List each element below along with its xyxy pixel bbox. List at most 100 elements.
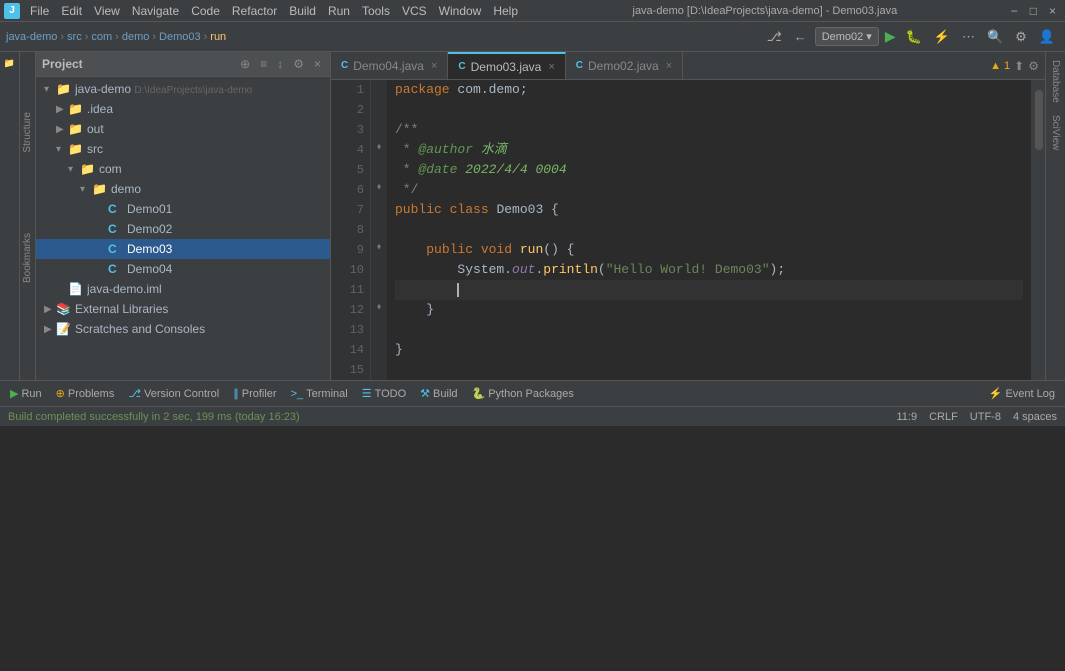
build-button[interactable]: ⚒ Build: [414, 385, 463, 402]
profiler-button[interactable]: ∥ Profiler: [227, 385, 282, 402]
project-panel-toggle[interactable]: 📁: [2, 56, 18, 70]
code-line-7: public class Demo03 {: [395, 200, 1023, 220]
code-line-9: public void run() {: [395, 240, 1023, 260]
breadcrumb-src[interactable]: src: [67, 31, 82, 43]
tab-demo03[interactable]: C Demo03.java ×: [448, 52, 565, 79]
project-add-icon[interactable]: ⊕: [237, 56, 253, 72]
menu-navigate[interactable]: Navigate: [126, 0, 185, 21]
breadcrumb-project[interactable]: java-demo: [6, 31, 57, 43]
version-control-button[interactable]: ⎇ Version Control: [122, 385, 225, 402]
profiler-icon: ∥: [233, 387, 239, 400]
tree-item-demo02[interactable]: C Demo02: [36, 219, 330, 239]
folder-icon-idea: 📁: [68, 102, 84, 116]
menu-refactor[interactable]: Refactor: [226, 0, 283, 21]
tree-item-idea[interactable]: ▶ 📁 .idea: [36, 99, 330, 119]
breadcrumb: java-demo › src › com › demo › Demo03 › …: [6, 31, 226, 43]
tab-label-demo03: Demo03.java: [471, 60, 542, 74]
run-config-name: Demo02: [822, 31, 864, 43]
tree-item-external-libraries[interactable]: ▶ 📚 External Libraries: [36, 299, 330, 319]
sciview-panel-label[interactable]: SciView: [1048, 111, 1063, 154]
event-log-button[interactable]: ⚡ Event Log: [983, 385, 1061, 402]
tree-item-demo04[interactable]: C Demo04: [36, 259, 330, 279]
expand-editor-icon[interactable]: ⬆: [1014, 59, 1024, 73]
minimize-button[interactable]: −: [1006, 4, 1023, 18]
window-title: java-demo [D:\IdeaProjects\java-demo] - …: [524, 5, 1006, 17]
folder-icon-src: 📁: [68, 142, 84, 156]
tree-item-demo03[interactable]: C Demo03: [36, 239, 330, 259]
menu-code[interactable]: Code: [185, 0, 226, 21]
python-packages-button[interactable]: 🐍 Python Packages: [466, 385, 580, 402]
tab-close-demo02[interactable]: ×: [666, 60, 672, 72]
status-indent[interactable]: 4 spaces: [1013, 411, 1057, 423]
close-button[interactable]: ×: [1044, 4, 1061, 18]
user-icon[interactable]: 👤: [1035, 27, 1059, 47]
structure-panel-label[interactable]: Structure: [22, 112, 33, 153]
breadcrumb-demo[interactable]: demo: [122, 31, 150, 43]
maximize-button[interactable]: □: [1025, 4, 1042, 18]
main-area: 📁 Structure Bookmarks Project ⊕ ≡ ↕ ⚙ × …: [0, 52, 1065, 380]
run-button[interactable]: ▶: [883, 26, 898, 47]
tree-item-scratches[interactable]: ▶ 📝 Scratches and Consoles: [36, 319, 330, 339]
tree-item-demo01[interactable]: C Demo01: [36, 199, 330, 219]
tree-item-demo[interactable]: ▾ 📁 demo: [36, 179, 330, 199]
project-tree: ▾ 📁 java-demo D:\IdeaProjects\java-demo …: [36, 77, 330, 380]
python-icon: 🐍: [472, 387, 486, 400]
database-panel-label[interactable]: Database: [1048, 56, 1063, 107]
debug-button[interactable]: 🐛: [902, 27, 926, 47]
breadcrumb-run[interactable]: run: [210, 31, 226, 43]
tab-demo04[interactable]: C Demo04.java ×: [331, 52, 448, 79]
code-line-5: * @date 2022/4/4 0004: [395, 160, 1023, 180]
search-everywhere[interactable]: 🔍: [983, 27, 1007, 47]
tree-item-out[interactable]: ▶ 📁 out: [36, 119, 330, 139]
tree-item-com[interactable]: ▾ 📁 com: [36, 159, 330, 179]
coverage-button[interactable]: ⚡: [930, 27, 954, 47]
code-editor[interactable]: package com.demo; /** * @author 水滴 * @da…: [387, 80, 1031, 380]
menu-window[interactable]: Window: [433, 0, 488, 21]
vcs-icon[interactable]: ⎇: [763, 27, 786, 47]
more-actions[interactable]: ⋯: [958, 27, 979, 47]
tab-demo02[interactable]: C Demo02.java ×: [566, 52, 683, 79]
menu-file[interactable]: File: [24, 0, 55, 21]
run-tool-button[interactable]: ▶ Run: [4, 385, 48, 402]
status-line-ending[interactable]: CRLF: [929, 411, 958, 423]
tree-item-src[interactable]: ▾ 📁 src: [36, 139, 330, 159]
project-settings-icon[interactable]: ⚙: [290, 56, 307, 72]
problems-tool-button[interactable]: ⊕ Problems: [50, 385, 121, 402]
gutter-fold-12[interactable]: ⬧: [373, 300, 385, 312]
gutter-fold-9[interactable]: ⬧: [373, 240, 385, 252]
arrow-demo: ▾: [80, 184, 92, 195]
menu-run[interactable]: Run: [322, 0, 356, 21]
python-packages-label: Python Packages: [488, 388, 574, 400]
warning-indicator[interactable]: ▲ 1: [990, 60, 1010, 72]
breadcrumb-com[interactable]: com: [91, 31, 112, 43]
bookmarks-panel-label[interactable]: Bookmarks: [22, 233, 33, 283]
tree-item-java-demo[interactable]: ▾ 📁 java-demo D:\IdeaProjects\java-demo: [36, 79, 330, 99]
menu-edit[interactable]: Edit: [55, 0, 88, 21]
tab-close-demo03[interactable]: ×: [548, 61, 554, 73]
breadcrumb-demo03[interactable]: Demo03: [159, 31, 201, 43]
gutter-fold-6[interactable]: ⬧: [373, 180, 385, 192]
tab-close-demo04[interactable]: ×: [431, 60, 437, 72]
gutter-fold-3[interactable]: ⬧: [373, 140, 385, 152]
todo-button[interactable]: ☰ TODO: [356, 385, 412, 402]
project-sort-icon[interactable]: ↕: [274, 56, 286, 72]
run-config-selector[interactable]: Demo02 ▾: [815, 27, 879, 46]
problems-label: Problems: [68, 388, 114, 400]
gutter: ⬧ ⬧ ⬧ ⬧: [371, 80, 387, 380]
tab-options-icon[interactable]: ⚙: [1028, 59, 1039, 73]
menu-view[interactable]: View: [88, 0, 126, 21]
tree-label-external: External Libraries: [75, 302, 168, 316]
status-position[interactable]: 11:9: [896, 411, 917, 423]
back-icon[interactable]: ←: [790, 27, 811, 46]
menu-build[interactable]: Build: [283, 0, 322, 21]
settings-icon[interactable]: ⚙: [1011, 27, 1031, 47]
project-close-icon[interactable]: ×: [311, 56, 324, 72]
menu-tools[interactable]: Tools: [356, 0, 396, 21]
status-encoding[interactable]: UTF-8: [970, 411, 1001, 423]
project-list-icon[interactable]: ≡: [257, 56, 270, 72]
terminal-button[interactable]: >_ Terminal: [285, 386, 354, 402]
menu-help[interactable]: Help: [487, 0, 524, 21]
menu-vcs[interactable]: VCS: [396, 0, 433, 21]
scrollbar[interactable]: [1035, 90, 1043, 150]
tree-item-iml[interactable]: 📄 java-demo.iml: [36, 279, 330, 299]
